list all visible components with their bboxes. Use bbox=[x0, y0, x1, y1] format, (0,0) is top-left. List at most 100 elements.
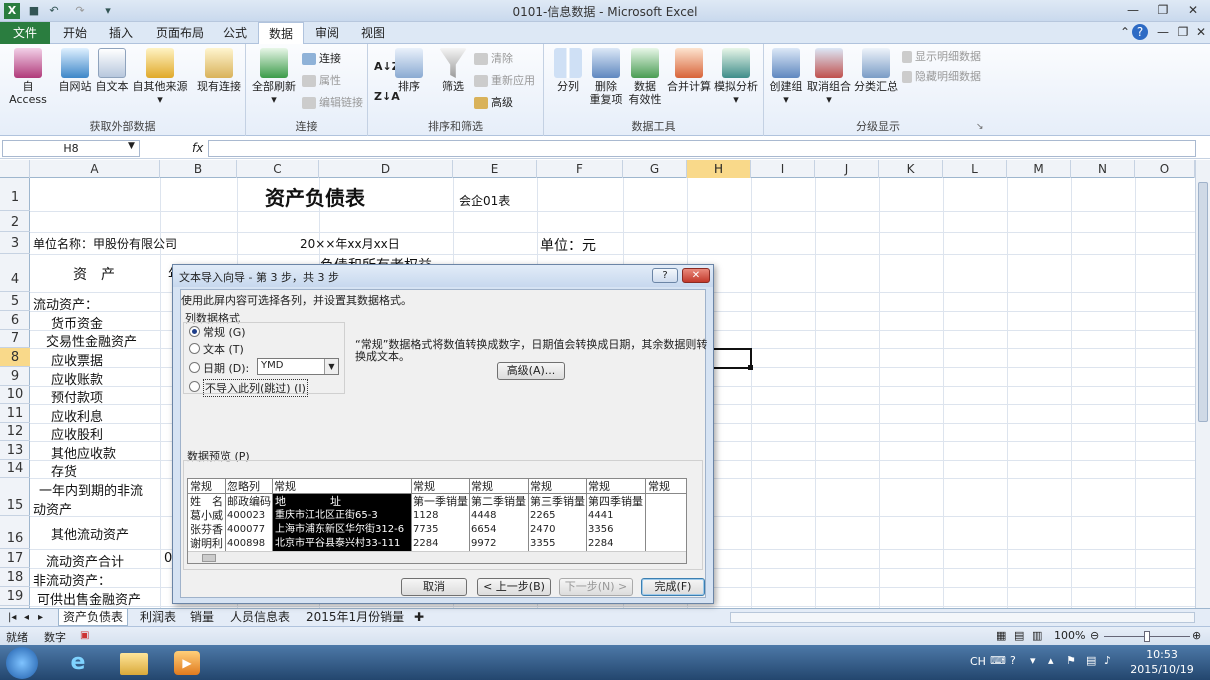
from-text-button[interactable]: 自文本 bbox=[94, 48, 130, 93]
sort-button[interactable]: 排序 bbox=[394, 48, 424, 93]
new-sheet-icon[interactable]: ✚ bbox=[410, 609, 428, 626]
start-button[interactable] bbox=[6, 647, 38, 679]
advanced-filter-button[interactable]: 高级 bbox=[474, 94, 513, 112]
data-preview-grid[interactable]: 常规 忽略列 常规 常规 常规 常规 常规 常规 姓 名 邮政编码 地 址 第一… bbox=[187, 478, 687, 564]
preview-type-header[interactable]: 忽略列 bbox=[227, 480, 260, 493]
file-explorer-icon[interactable] bbox=[120, 653, 148, 675]
network-icon[interactable]: ▤ bbox=[1086, 654, 1096, 667]
radio-skip-label[interactable]: 不导入此列(跳过) (I) bbox=[203, 379, 308, 397]
preview-type-header[interactable]: 常规 bbox=[530, 480, 552, 493]
fill-handle[interactable] bbox=[748, 365, 753, 370]
radio-general[interactable] bbox=[189, 326, 200, 337]
tab-review[interactable]: 审阅 bbox=[308, 22, 346, 44]
sheet-nav-first-icon[interactable]: |◂ bbox=[4, 609, 20, 626]
column-header[interactable]: C bbox=[237, 160, 319, 178]
radio-date[interactable] bbox=[189, 362, 200, 373]
row-header[interactable]: 17 bbox=[0, 549, 30, 568]
row-header[interactable]: 10 bbox=[0, 386, 30, 404]
row-header[interactable]: 18 bbox=[0, 568, 30, 587]
horizontal-scrollbar[interactable] bbox=[730, 612, 1195, 623]
internet-explorer-icon[interactable]: e bbox=[64, 651, 92, 675]
formula-input[interactable] bbox=[208, 140, 1196, 157]
row-header[interactable]: 5 bbox=[0, 292, 30, 311]
media-player-icon[interactable]: ▶ bbox=[174, 651, 200, 675]
preview-type-header[interactable]: 常规 bbox=[588, 480, 610, 493]
edit-links-button[interactable]: 编辑链接 bbox=[302, 94, 363, 112]
radio-text-label[interactable]: 文本 (T) bbox=[203, 341, 244, 357]
column-header[interactable]: E bbox=[453, 160, 537, 178]
zoom-out-icon[interactable]: ⊖ bbox=[1090, 629, 1099, 642]
name-box[interactable]: H8 bbox=[2, 140, 140, 157]
row-header-selected[interactable]: 8 bbox=[0, 348, 30, 367]
row-header[interactable]: 7 bbox=[0, 330, 30, 348]
sheet-tab[interactable]: 2015年1月份销量 bbox=[302, 609, 408, 626]
doc-minimize-button[interactable]: — bbox=[1152, 24, 1174, 41]
clock-date[interactable]: 2015/10/19 bbox=[1128, 663, 1196, 676]
connections-button[interactable]: 连接 bbox=[302, 50, 341, 68]
next-button[interactable]: 下一步(N) > bbox=[559, 578, 633, 596]
existing-connections-button[interactable]: 现有连接 bbox=[194, 48, 244, 93]
row-header[interactable]: 13 bbox=[0, 441, 30, 460]
ungroup-button[interactable]: 取消组合 ▾ bbox=[806, 48, 852, 106]
column-header[interactable]: I bbox=[751, 160, 815, 178]
sheet-tab[interactable]: 销量 bbox=[186, 609, 218, 626]
action-center-icon[interactable]: ⚑ bbox=[1066, 654, 1076, 667]
row-header[interactable]: 16 bbox=[0, 516, 30, 549]
advanced-button[interactable]: 高级(A)... bbox=[497, 362, 565, 380]
column-header[interactable]: K bbox=[879, 160, 943, 178]
keyboard-icon[interactable]: ⌨ bbox=[990, 654, 1006, 667]
row-header[interactable]: 12 bbox=[0, 423, 30, 441]
row-header[interactable]: 9 bbox=[0, 367, 30, 386]
from-access-button[interactable]: 自 Access bbox=[2, 48, 54, 106]
row-header[interactable]: 15 bbox=[0, 478, 30, 516]
zoom-in-icon[interactable]: ⊕ bbox=[1192, 629, 1201, 642]
preview-horizontal-scrollbar[interactable] bbox=[188, 551, 686, 563]
preview-type-header[interactable]: 常规 bbox=[274, 480, 296, 493]
dialog-close-button[interactable]: ✕ bbox=[682, 268, 710, 283]
help-icon[interactable]: ? bbox=[1132, 24, 1148, 40]
preview-scroll-thumb[interactable] bbox=[202, 554, 216, 562]
row-header[interactable]: 14 bbox=[0, 460, 30, 478]
dialog-help-button[interactable]: ? bbox=[652, 268, 678, 283]
column-header-selected[interactable]: H bbox=[687, 160, 751, 178]
minimize-button[interactable]: — bbox=[1122, 2, 1144, 19]
preview-type-header[interactable]: 常规 bbox=[190, 480, 212, 493]
tab-data[interactable]: 数据 bbox=[258, 22, 304, 45]
refresh-all-button[interactable]: 全部刷新 ▾ bbox=[250, 48, 298, 106]
scroll-thumb[interactable] bbox=[1198, 182, 1208, 422]
from-web-button[interactable]: 自网站 bbox=[54, 48, 96, 93]
show-hidden-icons[interactable]: ▴ bbox=[1048, 654, 1054, 667]
tab-insert[interactable]: 插入 bbox=[102, 22, 140, 44]
dialog-launcher-icon[interactable]: ↘ bbox=[976, 118, 984, 136]
sheet-tab[interactable]: 利润表 bbox=[136, 609, 180, 626]
tab-file[interactable]: 文件 bbox=[0, 22, 50, 44]
close-button[interactable]: ✕ bbox=[1182, 2, 1204, 19]
input-language[interactable]: CH bbox=[970, 655, 986, 668]
clear-button[interactable]: 清除 bbox=[474, 50, 513, 68]
ime-help-icon[interactable]: ? bbox=[1010, 654, 1016, 667]
volume-icon[interactable]: ♪ bbox=[1104, 654, 1111, 667]
zoom-level[interactable]: 100% bbox=[1054, 629, 1085, 642]
preview-type-header[interactable]: 常规 bbox=[648, 480, 670, 493]
vertical-scrollbar[interactable] bbox=[1195, 160, 1210, 608]
properties-button[interactable]: 属性 bbox=[302, 72, 341, 90]
restore-button[interactable]: ❐ bbox=[1152, 2, 1174, 19]
column-header[interactable]: O bbox=[1135, 160, 1195, 178]
radio-text[interactable] bbox=[189, 343, 200, 354]
select-all-corner[interactable] bbox=[0, 160, 30, 178]
normal-view-icon[interactable]: ▦ bbox=[996, 629, 1006, 642]
sheet-tab[interactable]: 人员信息表 bbox=[226, 609, 294, 626]
doc-close-button[interactable]: ✕ bbox=[1190, 24, 1210, 41]
data-validation-button[interactable]: 数据 有效性 bbox=[624, 48, 666, 106]
sheet-nav-next-icon[interactable]: ▸ bbox=[34, 609, 47, 626]
row-header[interactable]: 3 bbox=[0, 232, 30, 254]
tab-formulas[interactable]: 公式 bbox=[216, 22, 254, 44]
column-header[interactable]: G bbox=[623, 160, 687, 178]
tab-home[interactable]: 开始 bbox=[56, 22, 94, 44]
hide-detail-button[interactable]: 隐藏明细数据 bbox=[902, 68, 981, 86]
column-header[interactable]: B bbox=[160, 160, 237, 178]
macro-record-icon[interactable]: ▣ bbox=[80, 630, 89, 641]
ime-options-icon[interactable]: ▾ bbox=[1030, 654, 1036, 667]
sheet-nav-prev-icon[interactable]: ◂ bbox=[20, 609, 33, 626]
radio-date-label[interactable]: 日期 (D): bbox=[203, 360, 249, 376]
